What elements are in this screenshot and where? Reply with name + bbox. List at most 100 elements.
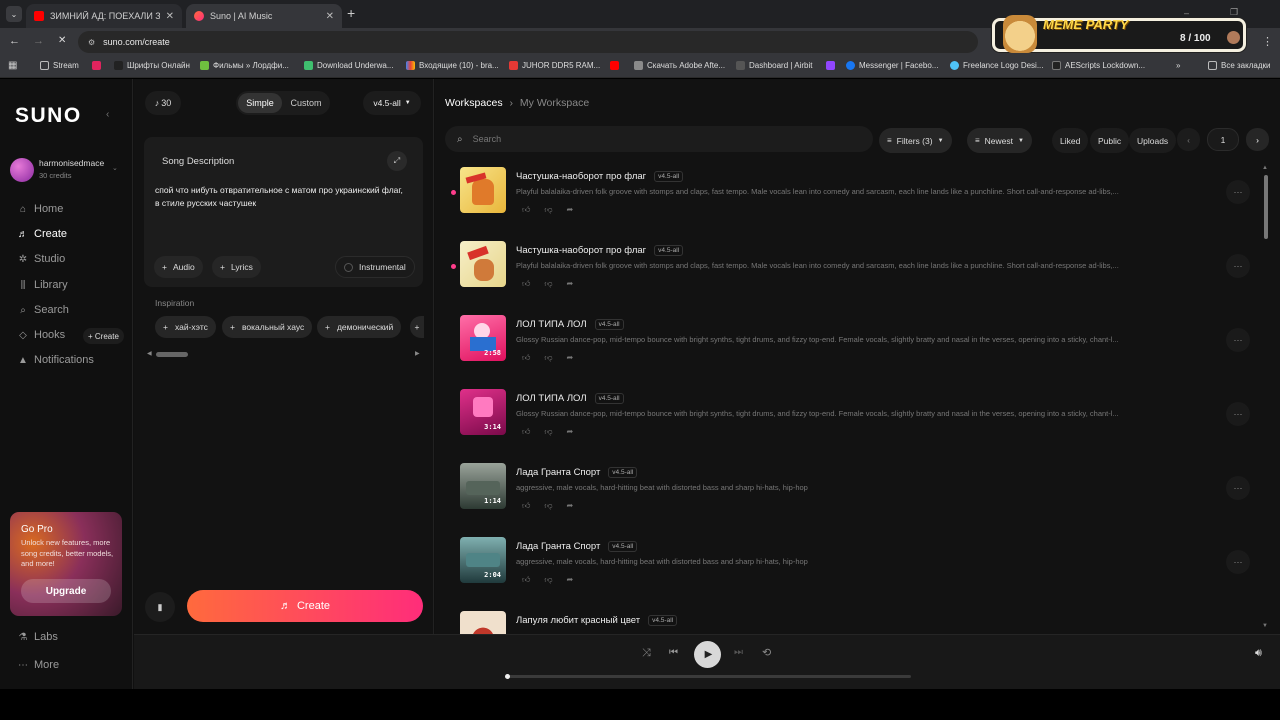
browser-tab-suno[interactable]: Suno | AI Music ✕ [186, 4, 342, 28]
liked-toggle[interactable]: Liked [1052, 128, 1089, 153]
bookmark-item[interactable] [826, 61, 839, 70]
public-toggle[interactable]: Public [1090, 128, 1130, 153]
thumbs-up-icon[interactable]: 👍︎ [522, 205, 530, 215]
stop-loading-icon[interactable]: ✕ [58, 35, 66, 46]
thumbs-down-icon[interactable]: 👎︎ [544, 353, 552, 363]
scroll-left-icon[interactable]: ◀ [147, 350, 152, 357]
share-icon[interactable]: ➦ [567, 353, 574, 363]
uploads-toggle[interactable]: Uploads [1129, 128, 1177, 153]
more-options-button[interactable]: ⋯ [1226, 550, 1250, 574]
bookmark-item[interactable] [92, 61, 105, 70]
browser-menu-icon[interactable]: ⋮ [1262, 35, 1273, 48]
volume-icon[interactable]: 🔊︎ [1255, 647, 1262, 660]
song-cover[interactable]: 2:58 [460, 315, 506, 361]
expand-icon[interactable]: ⤢ [387, 151, 407, 171]
create-button[interactable]: ♬ Create [187, 590, 423, 622]
song-title-line[interactable]: ЛОЛ ТИПА ЛОЛ v4.5-all [516, 319, 624, 330]
song-cover[interactable] [460, 241, 506, 287]
bookmark-item[interactable]: Фильмы » Лордфи... [200, 61, 289, 70]
bookmark-item[interactable]: Freelance Logo Desi... [950, 61, 1044, 70]
new-tab-button[interactable]: + [347, 5, 355, 21]
hooks-create-button[interactable]: + Create [83, 328, 124, 344]
bookmark-item[interactable]: JUHOR DDR5 RAM... [509, 61, 600, 70]
shuffle-icon[interactable]: ⤨ [642, 647, 651, 660]
all-bookmarks[interactable]: Все закладки [1208, 61, 1270, 70]
clear-button[interactable]: ▮ [145, 592, 175, 622]
progress-handle[interactable] [505, 674, 510, 679]
song-row[interactable]: Частушка-наоборот про флаг v4.5-all Playf… [451, 163, 1255, 237]
song-cover[interactable]: 1:14 [460, 463, 506, 509]
previous-page-button[interactable]: ‹ [1177, 128, 1200, 151]
inspiration-chip[interactable]: + [410, 316, 424, 338]
inspiration-chip[interactable]: + вокальный хаус [222, 316, 313, 338]
song-row[interactable]: Частушка-наоборот про флаг v4.5-all Playf… [451, 237, 1255, 311]
sidebar-item-search[interactable]: ⌕ Search [18, 304, 69, 316]
bookmark-item[interactable]: Входящие (10) - bra... [406, 61, 499, 70]
song-row[interactable]: 1:14 Лада Гранта Спорт v4.5-all aggressiv… [460, 459, 1255, 533]
song-cover[interactable] [460, 611, 506, 634]
bookmark-item[interactable]: Шрифты Онлайн [114, 61, 190, 70]
close-icon[interactable]: ✕ [326, 11, 334, 22]
bookmark-item[interactable] [610, 61, 623, 70]
song-title-line[interactable]: Частушка-наоборот про флаг v4.5-all [516, 245, 684, 256]
instrumental-toggle[interactable]: Instrumental [335, 256, 415, 278]
forward-icon[interactable]: → [33, 35, 44, 47]
sidebar-item-hooks[interactable]: ◇ Hooks [18, 329, 65, 341]
scroll-up-icon[interactable]: ▲ [1262, 165, 1268, 171]
sidebar-item-more[interactable]: ⋯ More [18, 659, 59, 671]
more-options-button[interactable]: ⋯ [1226, 180, 1250, 204]
thumbs-down-icon[interactable]: 👎︎ [544, 501, 552, 511]
song-cover[interactable]: 2:04 [460, 537, 506, 583]
share-icon[interactable]: ➦ [567, 427, 574, 437]
song-cover[interactable] [460, 167, 506, 213]
bookmark-item[interactable]: Dashboard | Airbit [736, 61, 812, 70]
search-input[interactable]: ⌕ Search [445, 126, 873, 152]
mode-custom[interactable]: Custom [284, 93, 328, 113]
scroll-down-icon[interactable]: ▼ [1262, 623, 1268, 629]
sidebar-item-labs[interactable]: ⚗ Labs [18, 631, 58, 643]
add-audio-button[interactable]: + Audio [154, 256, 203, 278]
suno-logo[interactable]: SUNO [15, 104, 82, 128]
song-title-line[interactable]: ЛОЛ ТИПА ЛОЛ v4.5-all [516, 393, 624, 404]
apps-grid-icon[interactable]: ▦ [8, 60, 17, 71]
share-icon[interactable]: ➦ [567, 575, 574, 585]
thumbs-up-icon[interactable]: 👍︎ [522, 575, 530, 585]
share-icon[interactable]: ➦ [567, 501, 574, 511]
song-title-line[interactable]: Лада Гранта Спорт v4.5-all [516, 541, 638, 552]
collapse-sidebar-icon[interactable]: ‹ [106, 109, 109, 120]
thumbs-down-icon[interactable]: 👎︎ [544, 205, 552, 215]
back-icon[interactable]: ← [9, 35, 20, 47]
song-title-line[interactable]: Лада Гранта Спорт v4.5-all [516, 467, 638, 478]
share-icon[interactable]: ➦ [567, 205, 574, 215]
inspiration-chip[interactable]: + хай-хэтс [155, 316, 216, 338]
sidebar-item-home[interactable]: ⌂ Home [18, 203, 63, 215]
more-options-button[interactable]: ⋯ [1226, 402, 1250, 426]
sidebar-item-studio[interactable]: ✲ Studio [18, 253, 65, 265]
upgrade-button[interactable]: Upgrade [21, 579, 111, 603]
share-icon[interactable]: ➦ [567, 279, 574, 289]
thumbs-up-icon[interactable]: 👍︎ [522, 353, 530, 363]
repeat-icon[interactable]: ⟲ [762, 646, 771, 659]
credits-chip[interactable]: ♪ 30 [145, 91, 181, 115]
mode-simple[interactable]: Simple [238, 93, 282, 113]
add-lyrics-button[interactable]: + Lyrics [212, 256, 261, 278]
song-title-line[interactable]: Частушка-наоборот про флаг v4.5-all [516, 171, 684, 182]
next-track-icon[interactable]: ⏭︎ [734, 647, 743, 658]
scroll-right-icon[interactable]: ▶ [415, 350, 420, 357]
more-options-button[interactable]: ⋯ [1226, 328, 1250, 352]
song-cover[interactable]: 3:14 [460, 389, 506, 435]
site-settings-icon[interactable]: ⚙ [88, 38, 95, 47]
bookmark-item[interactable]: Messenger | Facebo... [846, 61, 938, 70]
previous-track-icon[interactable]: ⏮︎ [669, 647, 678, 658]
progress-track[interactable] [505, 674, 911, 679]
minimize-window-icon[interactable]: – [1184, 8, 1189, 18]
page-number[interactable]: 1 [1207, 128, 1239, 151]
sidebar-item-notifications[interactable]: ▲ Notifications [18, 354, 94, 366]
thumbs-down-icon[interactable]: 👎︎ [544, 279, 552, 289]
song-description-input[interactable]: спой что нибуть отвратительное с матом п… [155, 184, 405, 210]
profile-avatar[interactable] [1227, 31, 1240, 44]
user-profile[interactable]: harmonisedmace 30 credits ⌄ [10, 156, 125, 184]
thumbs-up-icon[interactable]: 👍︎ [522, 279, 530, 289]
bookmark-item[interactable]: Stream [40, 61, 79, 70]
bookmark-item[interactable]: AEScripts Lockdown... [1052, 61, 1145, 70]
